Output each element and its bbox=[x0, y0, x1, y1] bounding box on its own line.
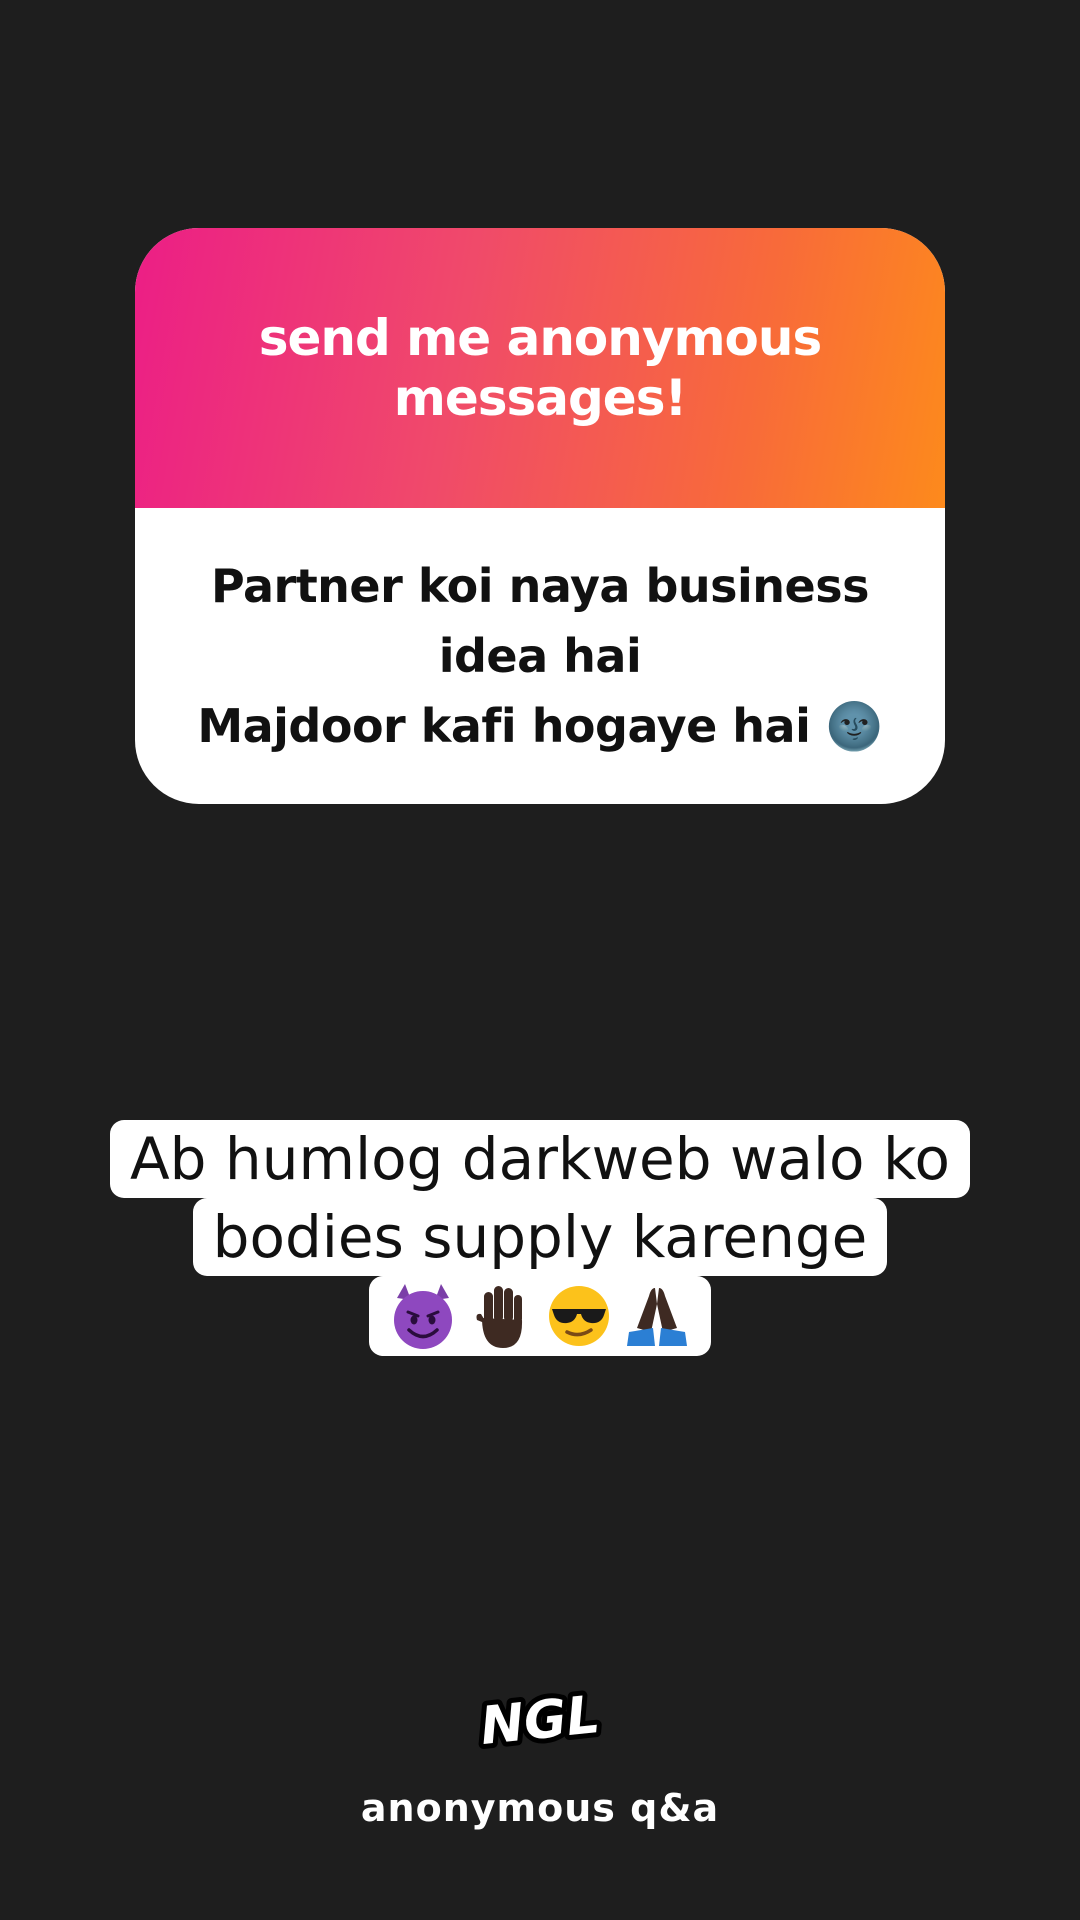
question-card-header: send me anonymous messages! bbox=[135, 228, 945, 508]
question-card: send me anonymous messages! Partner koi … bbox=[135, 228, 945, 804]
folded-hands-icon bbox=[621, 1280, 693, 1352]
answer-emoji-row bbox=[369, 1276, 711, 1356]
question-text: Partner koi naya business idea hai Majdo… bbox=[197, 559, 883, 753]
answer-line-2: bodies supply karenge bbox=[192, 1198, 888, 1276]
raised-hand-icon bbox=[465, 1280, 537, 1352]
question-card-body: Partner koi naya business idea hai Majdo… bbox=[135, 508, 945, 804]
ngl-logo: NGL bbox=[470, 1680, 610, 1762]
footer-label: anonymous q&a bbox=[360, 1786, 720, 1830]
card-title: send me anonymous messages! bbox=[258, 309, 823, 427]
answer-caption: Ab humlog darkweb walo ko bodies supply … bbox=[90, 1120, 990, 1356]
sunglasses-face-icon bbox=[543, 1280, 615, 1352]
ngl-logo-text: NGL bbox=[478, 1685, 603, 1757]
story-screen: send me anonymous messages! Partner koi … bbox=[0, 0, 1080, 1920]
smiling-devil-icon bbox=[387, 1280, 459, 1352]
answer-line-1: Ab humlog darkweb walo ko bbox=[110, 1120, 970, 1198]
